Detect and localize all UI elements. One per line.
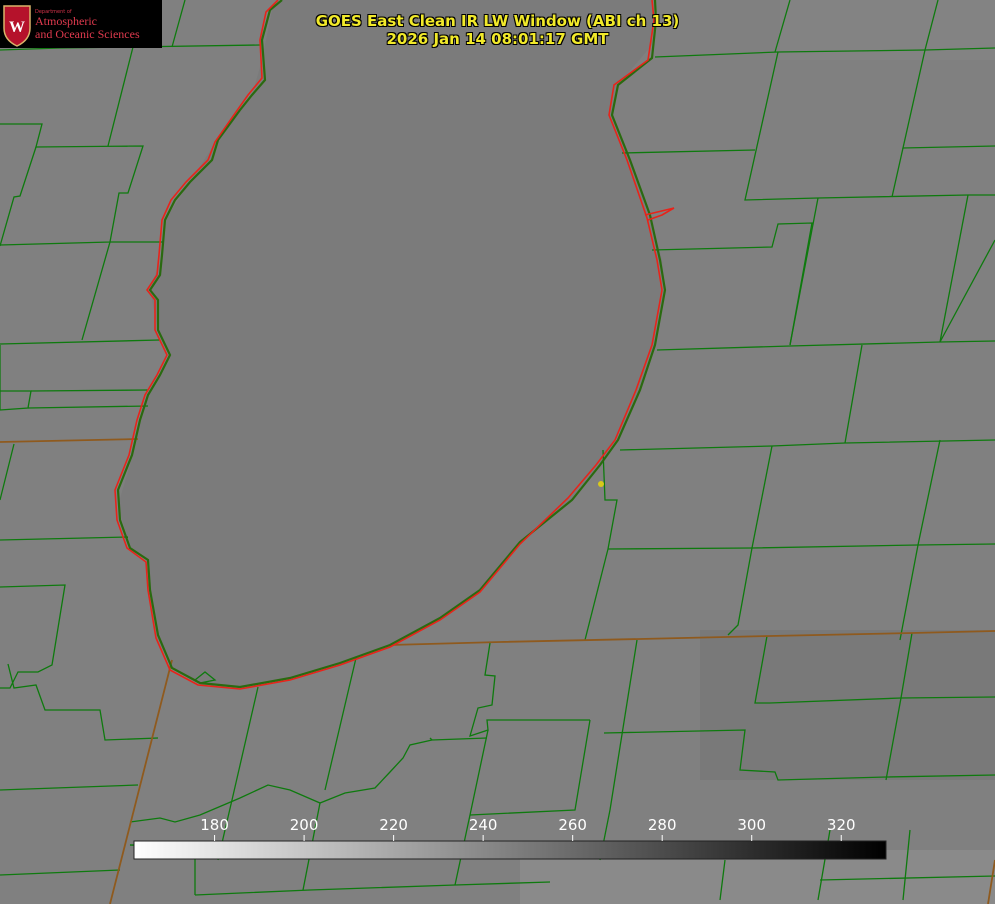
satellite-map[interactable]: 180 200 220 240 260 280 300 320 — [0, 0, 995, 904]
colorbar-tick-label: 180 — [200, 816, 229, 834]
colorbar-tick-label: 300 — [737, 816, 766, 834]
colorbar-gradient — [133, 840, 887, 860]
colorbar-tick-label: 320 — [827, 816, 856, 834]
title-product: GOES East Clean IR LW Window (ABI ch 13) — [315, 12, 680, 30]
colorbar-tick-label: 280 — [648, 816, 677, 834]
colorbar-tick-label: 260 — [558, 816, 587, 834]
cloud-patch — [700, 630, 995, 780]
image-title: GOES East Clean IR LW Window (ABI ch 13)… — [0, 12, 995, 48]
location-marker[interactable] — [598, 481, 604, 487]
colorbar-tick-label: 220 — [379, 816, 408, 834]
colorbar-tick-label: 200 — [290, 816, 319, 834]
title-timestamp: 2026 Jan 14 08:01:17 GMT — [386, 30, 609, 48]
satellite-map-viewport[interactable]: 180 200 220 240 260 280 300 320 W Department of… — [0, 0, 995, 904]
colorbar-tick-label: 240 — [469, 816, 498, 834]
